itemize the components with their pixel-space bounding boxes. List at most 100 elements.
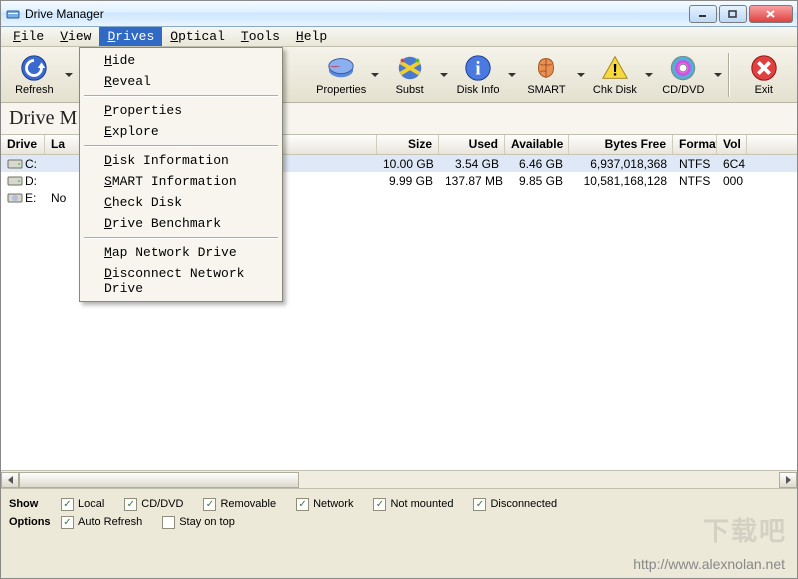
menu-reveal[interactable]: Reveal	[80, 71, 282, 92]
scroll-left-button[interactable]	[1, 472, 19, 488]
menu-check-disk[interactable]: Check Disk	[80, 192, 282, 213]
disc-icon	[668, 53, 698, 83]
refresh-dropdown[interactable]	[64, 51, 74, 99]
options-label: Options	[9, 516, 61, 528]
cd-dvd-button[interactable]: CD/DVD	[656, 50, 711, 100]
close-button[interactable]	[749, 5, 793, 23]
refresh-button[interactable]: Refresh	[7, 50, 62, 100]
hard-drive-icon	[7, 175, 23, 187]
hard-drive-icon	[7, 158, 23, 170]
bottom-panel: Show ✓Local ✓CD/DVD ✓Removable ✓Network …	[1, 488, 797, 537]
optical-drive-icon	[7, 192, 23, 204]
network-checkbox[interactable]: ✓Network	[296, 498, 353, 511]
available-cell: 6.46 GB	[505, 156, 569, 172]
menu-explore[interactable]: Explore	[80, 121, 282, 142]
stay-on-top-checkbox[interactable]: Stay on top	[162, 516, 235, 529]
col-drive[interactable]: Drive	[1, 135, 45, 154]
used-cell: 3.54 GB	[439, 156, 505, 172]
title-bar: Drive Manager	[1, 1, 797, 27]
col-used[interactable]: Used	[439, 135, 505, 154]
chk-disk-dropdown[interactable]	[644, 51, 654, 99]
drive-cell: C:	[25, 157, 37, 171]
menu-drive-benchmark[interactable]: Drive Benchmark	[80, 213, 282, 234]
exit-icon	[749, 53, 779, 83]
disconnected-checkbox[interactable]: ✓Disconnected	[473, 498, 557, 511]
col-bytes-free[interactable]: Bytes Free	[569, 135, 673, 154]
minimize-button[interactable]	[689, 5, 717, 23]
bytes-free-cell: 6,937,018,368	[569, 156, 673, 172]
properties-button[interactable]: Properties	[314, 50, 369, 100]
vol-cell: 000	[717, 173, 747, 189]
properties-dropdown[interactable]	[371, 51, 381, 99]
col-vol[interactable]: Vol	[717, 135, 747, 154]
removable-checkbox[interactable]: ✓Removable	[203, 498, 276, 511]
col-format[interactable]: Format	[673, 135, 717, 154]
format-cell: NTFS	[673, 173, 717, 189]
brain-icon	[531, 53, 561, 83]
app-icon	[5, 6, 21, 22]
not-mounted-checkbox[interactable]: ✓Not mounted	[373, 498, 453, 511]
subst-icon	[395, 53, 425, 83]
vol-cell: 6C4	[717, 156, 747, 172]
smart-label: SMART	[527, 84, 565, 96]
menu-bar: File View Drives Optical Tools Help	[1, 27, 797, 47]
menu-map-network-drive[interactable]: Map Network Drive	[80, 242, 282, 263]
scroll-right-button[interactable]	[779, 472, 797, 488]
toolbar-separator	[728, 53, 730, 97]
chk-disk-label: Chk Disk	[593, 84, 637, 96]
menu-hide[interactable]: Hide	[80, 50, 282, 71]
warning-icon: !	[600, 53, 630, 83]
auto-refresh-checkbox[interactable]: ✓Auto Refresh	[61, 516, 142, 529]
menu-smart-information[interactable]: SMART Information	[80, 171, 282, 192]
scroll-track[interactable]	[19, 472, 779, 488]
smart-button[interactable]: SMART	[519, 50, 574, 100]
menu-separator	[84, 145, 278, 147]
svg-text:i: i	[475, 59, 480, 80]
menu-file[interactable]: File	[5, 27, 52, 46]
maximize-button[interactable]	[719, 5, 747, 23]
properties-label: Properties	[316, 84, 366, 96]
col-size[interactable]: Size	[377, 135, 439, 154]
menu-disk-information[interactable]: Disk Information	[80, 150, 282, 171]
menu-disconnect-network-drive[interactable]: Disconnect Network Drive	[80, 263, 282, 299]
disk-info-button[interactable]: i Disk Info	[451, 50, 506, 100]
drive-cell: E:	[25, 191, 36, 205]
refresh-icon	[19, 53, 49, 83]
chk-disk-button[interactable]: ! Chk Disk	[588, 50, 643, 100]
menu-view[interactable]: View	[52, 27, 99, 46]
properties-icon	[326, 53, 356, 83]
size-cell: 9.99 GB	[377, 173, 439, 189]
disk-info-dropdown[interactable]	[507, 51, 517, 99]
svg-text:!: !	[612, 61, 618, 80]
subst-button[interactable]: Subst	[382, 50, 437, 100]
menu-optical[interactable]: Optical	[162, 27, 233, 46]
cd-dvd-dropdown[interactable]	[713, 51, 723, 99]
show-label: Show	[9, 498, 61, 510]
window-title: Drive Manager	[25, 7, 687, 21]
disk-info-label: Disk Info	[457, 84, 500, 96]
menu-help[interactable]: Help	[288, 27, 335, 46]
drives-dropdown-menu: Hide Reveal Properties Explore Disk Info…	[79, 47, 283, 302]
format-cell: NTFS	[673, 156, 717, 172]
refresh-label: Refresh	[15, 84, 54, 96]
menu-tools[interactable]: Tools	[233, 27, 288, 46]
url-label: http://www.alexnolan.net	[633, 556, 785, 572]
menu-properties[interactable]: Properties	[80, 100, 282, 121]
info-icon: i	[463, 53, 493, 83]
scroll-thumb[interactable]	[19, 472, 299, 488]
col-available[interactable]: Available	[505, 135, 569, 154]
horizontal-scrollbar[interactable]	[1, 470, 797, 488]
subst-dropdown[interactable]	[439, 51, 449, 99]
cd-dvd-label: CD/DVD	[662, 84, 704, 96]
available-cell: 9.85 GB	[505, 173, 569, 189]
used-cell: 137.87 MB	[439, 173, 505, 189]
menu-drives[interactable]: Drives	[99, 27, 162, 46]
exit-label: Exit	[755, 84, 773, 96]
menu-separator	[84, 95, 278, 97]
exit-button[interactable]: Exit	[736, 50, 791, 100]
smart-dropdown[interactable]	[576, 51, 586, 99]
cd-dvd-checkbox[interactable]: ✓CD/DVD	[124, 498, 183, 511]
size-cell: 10.00 GB	[377, 156, 439, 172]
bytes-free-cell: 10,581,168,128	[569, 173, 673, 189]
local-checkbox[interactable]: ✓Local	[61, 498, 104, 511]
